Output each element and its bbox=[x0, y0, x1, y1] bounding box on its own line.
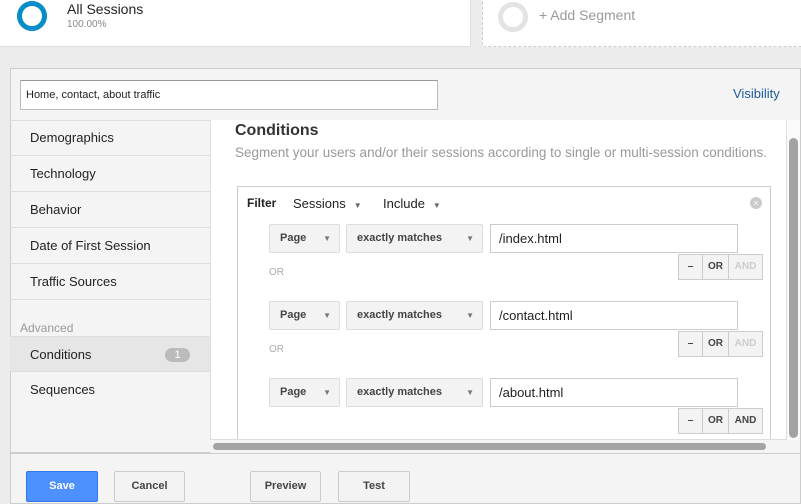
scope-dropdown[interactable]: Sessions ▼ bbox=[293, 196, 362, 211]
or-button[interactable]: OR bbox=[702, 332, 728, 356]
chevron-down-icon: ▼ bbox=[466, 388, 474, 397]
horizontal-scrollbar-thumb[interactable] bbox=[213, 443, 766, 450]
remove-filter-icon[interactable]: × bbox=[750, 197, 762, 209]
conditions-label: Conditions bbox=[30, 347, 92, 362]
empty-segment-ring-icon bbox=[498, 2, 528, 32]
or-button[interactable]: OR bbox=[702, 255, 728, 279]
visibility-link[interactable]: Visibility bbox=[733, 86, 780, 101]
remove-condition-button[interactable]: – bbox=[679, 409, 702, 433]
sidebar-item-technology[interactable]: Technology bbox=[10, 156, 210, 192]
remove-condition-button[interactable]: – bbox=[679, 332, 702, 356]
preview-button[interactable]: Preview bbox=[250, 471, 321, 502]
mode-value: Include bbox=[383, 196, 425, 211]
operator-dropdown[interactable]: exactly matches ▼ bbox=[346, 378, 483, 407]
include-dropdown[interactable]: Include ▼ bbox=[383, 196, 441, 211]
add-segment-label: + Add Segment bbox=[539, 7, 636, 23]
and-button[interactable]: AND bbox=[728, 255, 762, 279]
or-button[interactable]: OR bbox=[702, 409, 728, 433]
and-button[interactable]: AND bbox=[728, 332, 762, 356]
operator-dropdown[interactable]: exactly matches ▼ bbox=[346, 224, 483, 253]
dimension-value: Page bbox=[280, 309, 307, 321]
chevron-down-icon: ▼ bbox=[432, 201, 441, 210]
save-button[interactable]: Save bbox=[26, 471, 98, 502]
condition-value-input[interactable]: /about.html bbox=[490, 378, 738, 407]
and-button[interactable]: AND bbox=[728, 409, 762, 433]
operator-value: exactly matches bbox=[357, 386, 442, 398]
scope-value: Sessions bbox=[293, 196, 346, 211]
segment-percent: 100.00% bbox=[67, 19, 107, 30]
segment-ring-icon bbox=[17, 1, 47, 31]
cancel-button[interactable]: Cancel bbox=[114, 471, 185, 502]
segment-name: All Sessions bbox=[67, 1, 144, 17]
segment-card-all-sessions[interactable]: All Sessions 100.00% bbox=[0, 0, 471, 47]
condition-actions: – OR AND bbox=[678, 331, 763, 357]
sidebar-item-conditions[interactable]: Conditions 1 bbox=[10, 336, 210, 372]
dimension-value: Page bbox=[280, 386, 307, 398]
chevron-down-icon: ▼ bbox=[323, 234, 331, 243]
sidebar-item-behavior[interactable]: Behavior bbox=[10, 192, 210, 228]
divider bbox=[10, 453, 800, 454]
advanced-label: Advanced bbox=[20, 321, 74, 335]
or-separator: OR bbox=[269, 267, 284, 278]
dimension-dropdown[interactable]: Page ▼ bbox=[269, 301, 340, 330]
segment-name-input[interactable]: Home, contact, about traffic bbox=[20, 80, 438, 110]
operator-dropdown[interactable]: exactly matches ▼ bbox=[346, 301, 483, 330]
sidebar-item-sequences[interactable]: Sequences bbox=[10, 372, 210, 408]
operator-value: exactly matches bbox=[357, 309, 442, 321]
sidebar-item-traffic-sources[interactable]: Traffic Sources bbox=[10, 264, 210, 300]
dimension-dropdown[interactable]: Page ▼ bbox=[269, 378, 340, 407]
test-button[interactable]: Test bbox=[338, 471, 410, 502]
chevron-down-icon: ▼ bbox=[466, 234, 474, 243]
condition-actions: – OR AND bbox=[678, 408, 763, 434]
or-separator: OR bbox=[269, 344, 284, 355]
sidebar-item-date-of-first-session[interactable]: Date of First Session bbox=[10, 228, 210, 264]
condition-value-input[interactable]: /index.html bbox=[490, 224, 738, 253]
conditions-count-badge: 1 bbox=[165, 348, 190, 362]
page-subtitle: Segment your users and/or their sessions… bbox=[235, 145, 768, 160]
dimension-dropdown[interactable]: Page ▼ bbox=[269, 224, 340, 253]
filter-label: Filter bbox=[247, 196, 277, 210]
vertical-scrollbar-thumb[interactable] bbox=[789, 138, 798, 438]
condition-value-input[interactable]: /contact.html bbox=[490, 301, 738, 330]
sidebar-item-demographics[interactable]: Demographics bbox=[10, 120, 210, 156]
chevron-down-icon: ▼ bbox=[323, 311, 331, 320]
chevron-down-icon: ▼ bbox=[466, 311, 474, 320]
page-title: Conditions bbox=[235, 122, 319, 139]
operator-value: exactly matches bbox=[357, 232, 442, 244]
condition-actions: – OR AND bbox=[678, 254, 763, 280]
add-segment-button[interactable]: + Add Segment bbox=[482, 0, 801, 47]
horizontal-scrollbar[interactable] bbox=[210, 439, 786, 453]
chevron-down-icon: ▼ bbox=[323, 388, 331, 397]
chevron-down-icon: ▼ bbox=[353, 201, 362, 210]
vertical-scrollbar[interactable] bbox=[786, 120, 800, 440]
dimension-value: Page bbox=[280, 232, 307, 244]
remove-condition-button[interactable]: – bbox=[679, 255, 702, 279]
